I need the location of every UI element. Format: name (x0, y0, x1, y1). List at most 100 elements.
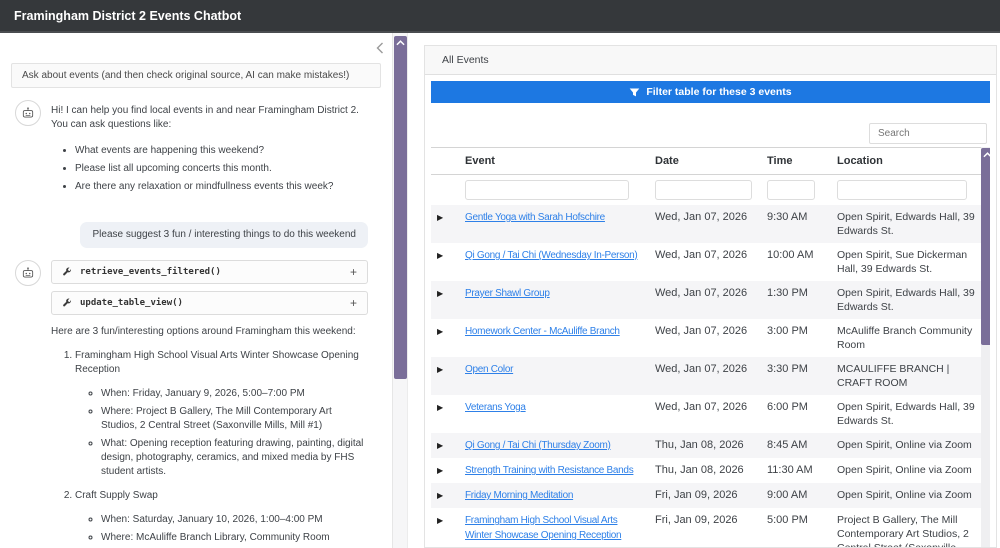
event-time: 3:00 PM (767, 325, 808, 337)
column-header[interactable]: Date (649, 147, 761, 175)
row-expand-icon[interactable]: ▶ (437, 251, 443, 260)
event-location: Open Spirit, Online via Zoom (837, 489, 972, 501)
row-expand-icon[interactable]: ▶ (437, 213, 443, 222)
event-date: Wed, Jan 07, 2026 (655, 211, 748, 223)
option-title: Craft Supply Swap (75, 490, 158, 501)
event-link[interactable]: Open Color (465, 364, 513, 375)
tool-call-expander[interactable]: retrieve_events_filtered() + (51, 260, 368, 284)
option-detail: Where: Project B Gallery, The Mill Conte… (101, 405, 368, 433)
events-table-zone: Event Date Time Location ▶ Gentle Yoga w… (431, 147, 990, 548)
event-date: Wed, Jan 07, 2026 (655, 363, 748, 375)
option-details: When: Friday, January 9, 2026, 5:00–7:00… (75, 387, 368, 479)
robot-avatar-icon (22, 106, 34, 117)
event-link[interactable]: Veterans Yoga (465, 402, 526, 413)
column-header[interactable]: Location (831, 147, 981, 175)
event-location: Open Spirit, Edwards Hall, 39 Edwards St… (837, 401, 975, 427)
events-card-body: Filter table for these 3 events Search E… (425, 75, 996, 548)
table-scrollbar-thumb[interactable] (981, 148, 990, 345)
row-expand-icon[interactable]: ▶ (437, 466, 443, 475)
row-expand-icon[interactable]: ▶ (437, 491, 443, 500)
chevron-up-icon (983, 152, 990, 158)
event-date: Thu, Jan 08, 2026 (655, 439, 744, 451)
chevron-left-icon[interactable] (375, 42, 385, 54)
plus-icon[interactable]: + (350, 297, 357, 309)
row-expand-icon[interactable]: ▶ (437, 289, 443, 298)
event-row: ▶ Framingham High School Visual Arts Win… (431, 508, 981, 548)
tool-call-expander[interactable]: update_table_view() + (51, 291, 368, 315)
event-time: 10:00 AM (767, 249, 814, 261)
filter-funnel-icon (630, 88, 640, 96)
event-row: ▶ Homework Center - McAuliffe Branch Wed… (431, 319, 981, 357)
bot-greeting-text: Hi! I can help you find local events in … (51, 105, 359, 130)
event-row: ▶ Friday Morning Meditation Fri, Jan 09,… (431, 483, 981, 508)
tool-call-label: retrieve_events_filtered() (80, 267, 221, 277)
row-expand-icon[interactable]: ▶ (437, 441, 443, 450)
column-header[interactable]: Event (459, 147, 649, 175)
location-filter-input[interactable] (837, 180, 967, 200)
options-list: Framingham High School Visual Arts Winte… (51, 349, 368, 548)
response-intro: Here are 3 fun/interesting options aroun… (51, 326, 356, 337)
event-location: Open Spirit, Sue Dickerman Hall, 39 Edwa… (837, 249, 968, 275)
option-detail: When: Friday, January 9, 2026, 5:00–7:00… (101, 387, 368, 401)
option-detail: What: Opening reception featuring drawin… (101, 437, 368, 479)
robot-avatar-icon (22, 266, 34, 277)
event-location: McAuliffe Branch Community Room (837, 325, 973, 351)
event-filter-input[interactable] (465, 180, 629, 200)
user-message-bubble: Please suggest 3 fun / interesting thing… (80, 222, 368, 248)
table-scrollbar-track[interactable] (981, 147, 990, 547)
main-split: Ask about events (and then check origina… (0, 33, 1000, 548)
event-link[interactable]: Gentle Yoga with Sarah Hofschire (465, 212, 605, 223)
row-expand-icon[interactable]: ▶ (437, 327, 443, 336)
filter-events-button[interactable]: Filter table for these 3 events (431, 81, 990, 103)
time-filter-input[interactable] (767, 180, 815, 200)
user-message-row: Please suggest 3 fun / interesting thing… (0, 198, 392, 248)
event-link[interactable]: Homework Center - McAuliffe Branch (465, 326, 620, 337)
event-date: Wed, Jan 07, 2026 (655, 325, 748, 337)
row-expand-icon[interactable]: ▶ (437, 516, 443, 525)
event-row: ▶ Gentle Yoga with Sarah Hofschire Wed, … (431, 205, 981, 243)
table-header-row: Event Date Time Location (431, 147, 981, 175)
bot-response-turn: retrieve_events_filtered() + update_tabl… (0, 248, 392, 548)
date-filter-input[interactable] (655, 180, 752, 200)
event-link[interactable]: Prayer Shawl Group (465, 288, 550, 299)
chevron-up-icon (396, 40, 405, 46)
row-expand-icon[interactable]: ▶ (437, 365, 443, 374)
search-input[interactable] (869, 123, 987, 144)
column-header[interactable]: Time (761, 147, 831, 175)
event-date: Wed, Jan 07, 2026 (655, 249, 748, 261)
plus-icon[interactable]: + (350, 266, 357, 278)
event-time: 6:00 PM (767, 401, 808, 413)
filter-button-label: Filter table for these 3 events (646, 86, 792, 98)
event-link[interactable]: Friday Morning Meditation (465, 490, 573, 501)
event-date: Wed, Jan 07, 2026 (655, 401, 748, 413)
app-title: Framingham District 2 Events Chatbot (14, 9, 242, 23)
event-link[interactable]: Qi Gong / Tai Chi (Wednesday In-Person) (465, 250, 638, 261)
suggested-question: Are there any relaxation or mindfullness… (75, 180, 368, 194)
search-row (431, 123, 987, 144)
wrench-icon (62, 298, 72, 308)
events-card: All Events Filter table for these 3 even… (424, 45, 997, 548)
event-location: Project B Gallery, The Mill Contemporary… (837, 514, 969, 548)
event-location: Open Spirit, Edwards Hall, 39 Edwards St… (837, 287, 975, 313)
event-link[interactable]: Framingham High School Visual Arts Winte… (465, 515, 622, 541)
events-panel: All Events Filter table for these 3 even… (408, 33, 1000, 548)
chat-scrollbar-track[interactable] (393, 33, 408, 548)
chat-scrollbar-thumb[interactable] (394, 36, 407, 379)
event-row: ▶ Prayer Shawl Group Wed, Jan 07, 2026 1… (431, 281, 981, 319)
event-time: 11:30 AM (767, 464, 813, 476)
option-details: When: Saturday, January 10, 2026, 1:00–4… (75, 513, 368, 548)
option-detail: Where: McAuliffe Branch Library, Communi… (101, 531, 368, 545)
event-row: ▶ Open Color Wed, Jan 07, 2026 3:30 PM M… (431, 357, 981, 395)
event-location: Open Spirit, Edwards Hall, 39 Edwards St… (837, 211, 975, 237)
event-link[interactable]: Qi Gong / Tai Chi (Thursday Zoom) (465, 440, 611, 451)
event-time: 3:30 PM (767, 363, 808, 375)
tab-all-events[interactable]: All Events (425, 46, 996, 75)
option-item: Framingham High School Visual Arts Winte… (75, 349, 368, 479)
expander-column-header (431, 147, 459, 175)
bot-message-turn: Hi! I can help you find local events in … (0, 88, 392, 198)
row-expand-icon[interactable]: ▶ (437, 403, 443, 412)
bot-message: Hi! I can help you find local events in … (51, 100, 368, 198)
event-location: MCAULIFFE BRANCH | CRAFT ROOM (837, 363, 950, 389)
bot-avatar (15, 260, 41, 286)
event-link[interactable]: Strength Training with Resistance Bands (465, 465, 634, 476)
